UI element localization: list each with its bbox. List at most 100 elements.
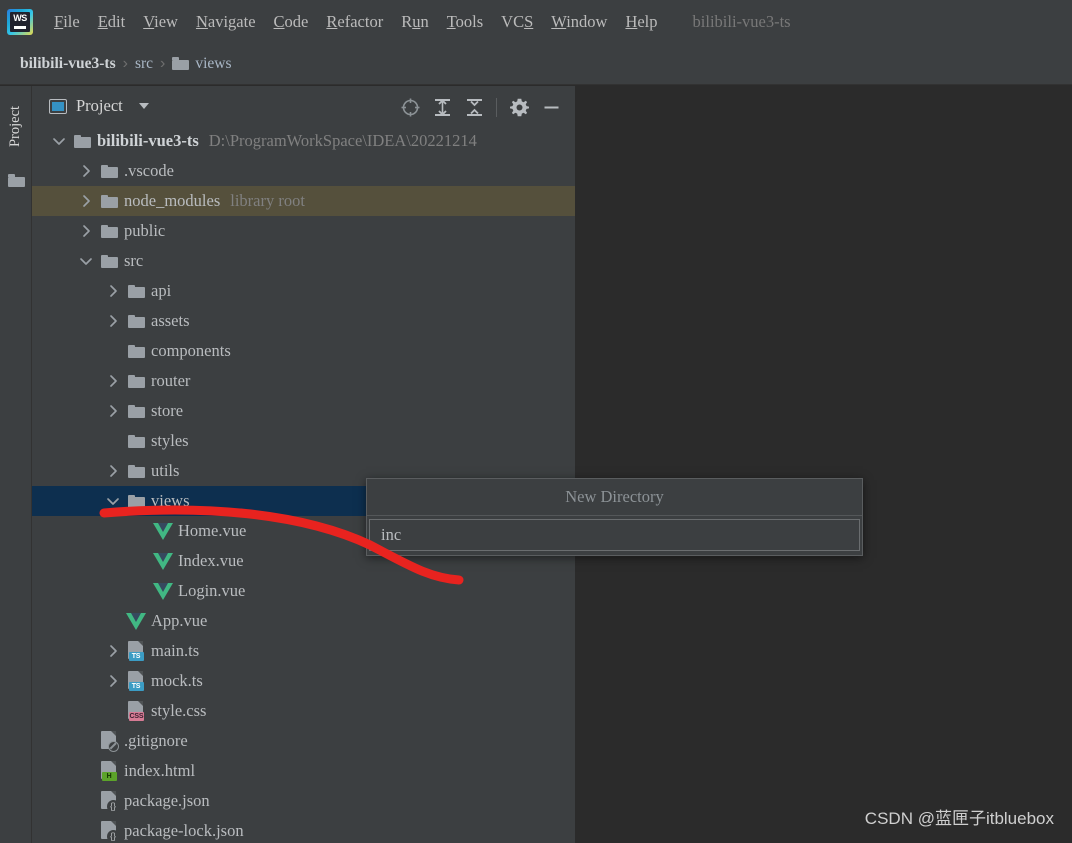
chevron-right-icon[interactable] <box>102 456 124 486</box>
menu-refactor[interactable]: Refactor <box>317 9 392 35</box>
chevron-right-icon[interactable] <box>102 636 124 666</box>
menu-view[interactable]: View <box>134 9 187 35</box>
breadcrumb-separator-1: › <box>122 54 128 72</box>
tree-no-chevron <box>102 606 124 636</box>
tree-item-label: .gitignore <box>124 731 188 750</box>
tree-item-label: node_modules <box>124 191 221 210</box>
tree-no-chevron <box>129 546 151 576</box>
csdn-watermark: CSDN @蓝匣子itbluebox <box>864 809 1054 828</box>
tree-item-icon <box>124 370 148 392</box>
chevron-down-icon[interactable] <box>75 246 97 276</box>
chevron-right-icon[interactable] <box>102 666 124 696</box>
folder-icon <box>100 164 118 178</box>
folder-icon <box>100 194 118 208</box>
breadcrumb-views[interactable]: views <box>195 55 231 73</box>
tree-item-icon <box>124 400 148 422</box>
expand-all-icon[interactable] <box>426 96 458 118</box>
breadcrumb-src[interactable]: src <box>135 55 153 73</box>
tree-no-chevron <box>75 816 97 843</box>
tree-no-chevron <box>102 696 124 726</box>
tree-row[interactable]: TS mock.ts <box>32 666 575 696</box>
menu-run[interactable]: Run <box>392 9 438 35</box>
tree-item-label: src <box>124 251 144 270</box>
tree-row[interactable]: CSS style.css <box>32 696 575 726</box>
tree-row[interactable]: Hindex.html <box>32 756 575 786</box>
folder-icon <box>127 434 145 448</box>
settings-gear-icon[interactable] <box>503 96 535 118</box>
menu-window[interactable]: Window <box>542 9 616 35</box>
typescript-file-icon: TS <box>127 641 145 661</box>
tool-window-tab-project-label: Project <box>7 105 24 147</box>
vue-file-icon <box>153 582 173 600</box>
chevron-down-icon[interactable] <box>138 103 149 109</box>
tree-row[interactable]: bilibili-vue3-ts D:\ProgramWorkSpace\IDEA… <box>32 126 575 156</box>
folder-icon <box>127 404 145 418</box>
html-file-icon: H <box>100 761 118 781</box>
tree-row[interactable]: .gitignore <box>32 726 575 756</box>
tree-row[interactable]: components <box>32 336 575 366</box>
tree-item-label: Index.vue <box>178 551 244 570</box>
tree-row[interactable]: node_modules library root <box>32 186 575 216</box>
tree-item-label: main.ts <box>151 641 200 660</box>
tree-row[interactable]: .vscode <box>32 156 575 186</box>
tree-row[interactable]: src <box>32 246 575 276</box>
chevron-right-icon[interactable] <box>102 306 124 336</box>
chevron-right-icon[interactable] <box>75 156 97 186</box>
menu-navigate[interactable]: Navigate <box>187 9 265 35</box>
tree-no-chevron <box>129 576 151 606</box>
tree-item-label: bilibili-vue3-ts <box>97 131 199 150</box>
tree-row[interactable]: assets <box>32 306 575 336</box>
chevron-right-icon[interactable] <box>102 366 124 396</box>
tree-item-icon: {} <box>97 820 121 843</box>
tree-row[interactable]: TS main.ts <box>32 636 575 666</box>
menu-edit[interactable]: Edit <box>89 9 135 35</box>
menu-file[interactable]: File <box>45 9 89 35</box>
chevron-down-icon[interactable] <box>102 486 124 516</box>
tree-item-label: api <box>151 281 172 300</box>
tree-item-icon: CSS <box>124 700 148 722</box>
vue-file-icon <box>153 552 173 570</box>
tree-item-label: .vscode <box>124 161 174 180</box>
menu-tools[interactable]: Tools <box>438 9 492 35</box>
tree-item-label: mock.ts <box>151 671 203 690</box>
window-title: bilibili-vue3-ts <box>692 11 791 31</box>
tree-row[interactable]: store <box>32 396 575 426</box>
chevron-right-icon[interactable] <box>75 186 97 216</box>
breadcrumb-project[interactable]: bilibili-vue3-ts <box>20 55 116 73</box>
chevron-right-icon[interactable] <box>75 216 97 246</box>
tree-row[interactable]: public <box>32 216 575 246</box>
tree-no-chevron <box>75 756 97 786</box>
css-file-icon: CSS <box>127 701 145 721</box>
hide-panel-icon[interactable] <box>535 96 567 118</box>
webstorm-window: WS File Edit View Navigate Code Refactor… <box>0 0 1072 843</box>
tree-item-icon <box>151 580 175 602</box>
tree-no-chevron <box>75 786 97 816</box>
tree-row[interactable]: api <box>32 276 575 306</box>
tree-item-icon <box>97 730 121 752</box>
vue-file-icon <box>126 612 146 630</box>
tree-row[interactable]: Login.vue <box>32 576 575 606</box>
menu-vcs[interactable]: VCS <box>492 9 542 35</box>
tree-row[interactable]: router <box>32 366 575 396</box>
folder-icon <box>127 464 145 478</box>
new-directory-input[interactable] <box>369 519 860 551</box>
webstorm-logo-text: WS <box>13 12 27 23</box>
menu-help[interactable]: Help <box>616 9 666 35</box>
tree-row[interactable]: styles <box>32 426 575 456</box>
collapse-all-icon[interactable] <box>458 96 490 118</box>
menu-code[interactable]: Code <box>265 9 318 35</box>
tree-row[interactable]: {} package.json <box>32 786 575 816</box>
folder-icon <box>127 284 145 298</box>
select-opened-file-icon[interactable] <box>394 96 426 118</box>
chevron-right-icon[interactable] <box>102 276 124 306</box>
tree-row[interactable]: {} package-lock.json <box>32 816 575 843</box>
tree-item-label: index.html <box>124 761 196 780</box>
tree-item-label: Home.vue <box>178 521 247 540</box>
json-file-icon: {} <box>100 791 120 813</box>
tool-window-tab-project[interactable]: Project <box>0 86 32 166</box>
chevron-down-icon[interactable] <box>48 126 70 156</box>
chevron-right-icon[interactable] <box>102 396 124 426</box>
project-panel-header: Project <box>32 86 575 126</box>
tree-item-label: package-lock.json <box>124 821 244 840</box>
tree-row[interactable]: App.vue <box>32 606 575 636</box>
